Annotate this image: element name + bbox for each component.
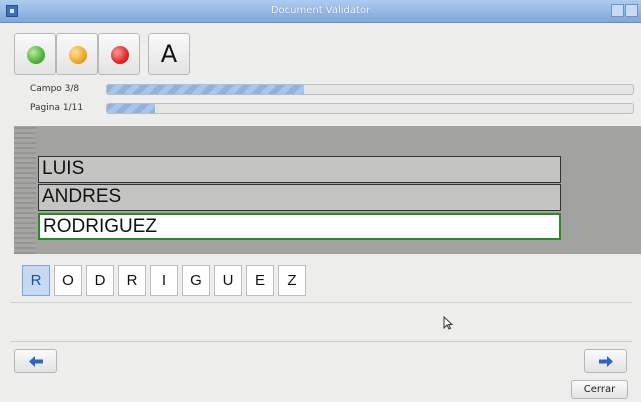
character-editor: RODRIGUEZ [22,265,310,300]
green-circle-icon [27,46,45,64]
close-button[interactable]: Cerrar [571,380,628,399]
character-box[interactable]: O [54,265,82,296]
character-box[interactable]: U [214,265,242,296]
field-progress-bar [106,84,634,95]
character-box[interactable]: G [182,265,210,296]
character-box[interactable]: E [246,265,274,296]
font-button[interactable]: A [148,33,190,75]
maximize-button[interactable] [611,4,624,17]
field-first-name[interactable]: LUIS [38,156,561,183]
character-box[interactable]: I [150,265,178,296]
close-window-button[interactable] [625,4,638,17]
reject-red-button[interactable] [98,33,140,75]
field-middle-name[interactable]: ANDRES [38,184,561,211]
character-box[interactable]: D [86,265,114,296]
window-title: Document Validator [270,5,371,16]
page-progress-bar [106,103,634,114]
field-progress-label: Campo 3/8 [30,84,80,94]
arrow-right-icon [599,356,613,367]
accept-green-button[interactable] [14,33,56,75]
scan-edge [14,126,36,254]
title-bar: Document Validator [0,0,641,23]
mouse-cursor-icon [443,316,453,330]
orange-circle-icon [69,46,87,64]
divider [10,302,632,303]
review-orange-button[interactable] [56,33,98,75]
field-last-name[interactable]: RODRIGUEZ [38,213,561,240]
arrow-left-icon [29,356,43,367]
next-button[interactable] [584,349,627,373]
divider [10,341,632,342]
character-box[interactable]: R [22,265,50,296]
font-letter-icon: A [160,40,178,68]
page-progress-fill [107,104,155,113]
character-box[interactable]: Z [278,265,306,296]
character-box[interactable]: R [118,265,146,296]
red-circle-icon [111,46,129,64]
previous-button[interactable] [14,349,57,373]
document-scan-view: LUIS ANDRES RODRIGUEZ [14,126,641,254]
field-progress-fill [107,85,305,94]
page-progress-label: Pagina 1/11 [30,103,84,113]
